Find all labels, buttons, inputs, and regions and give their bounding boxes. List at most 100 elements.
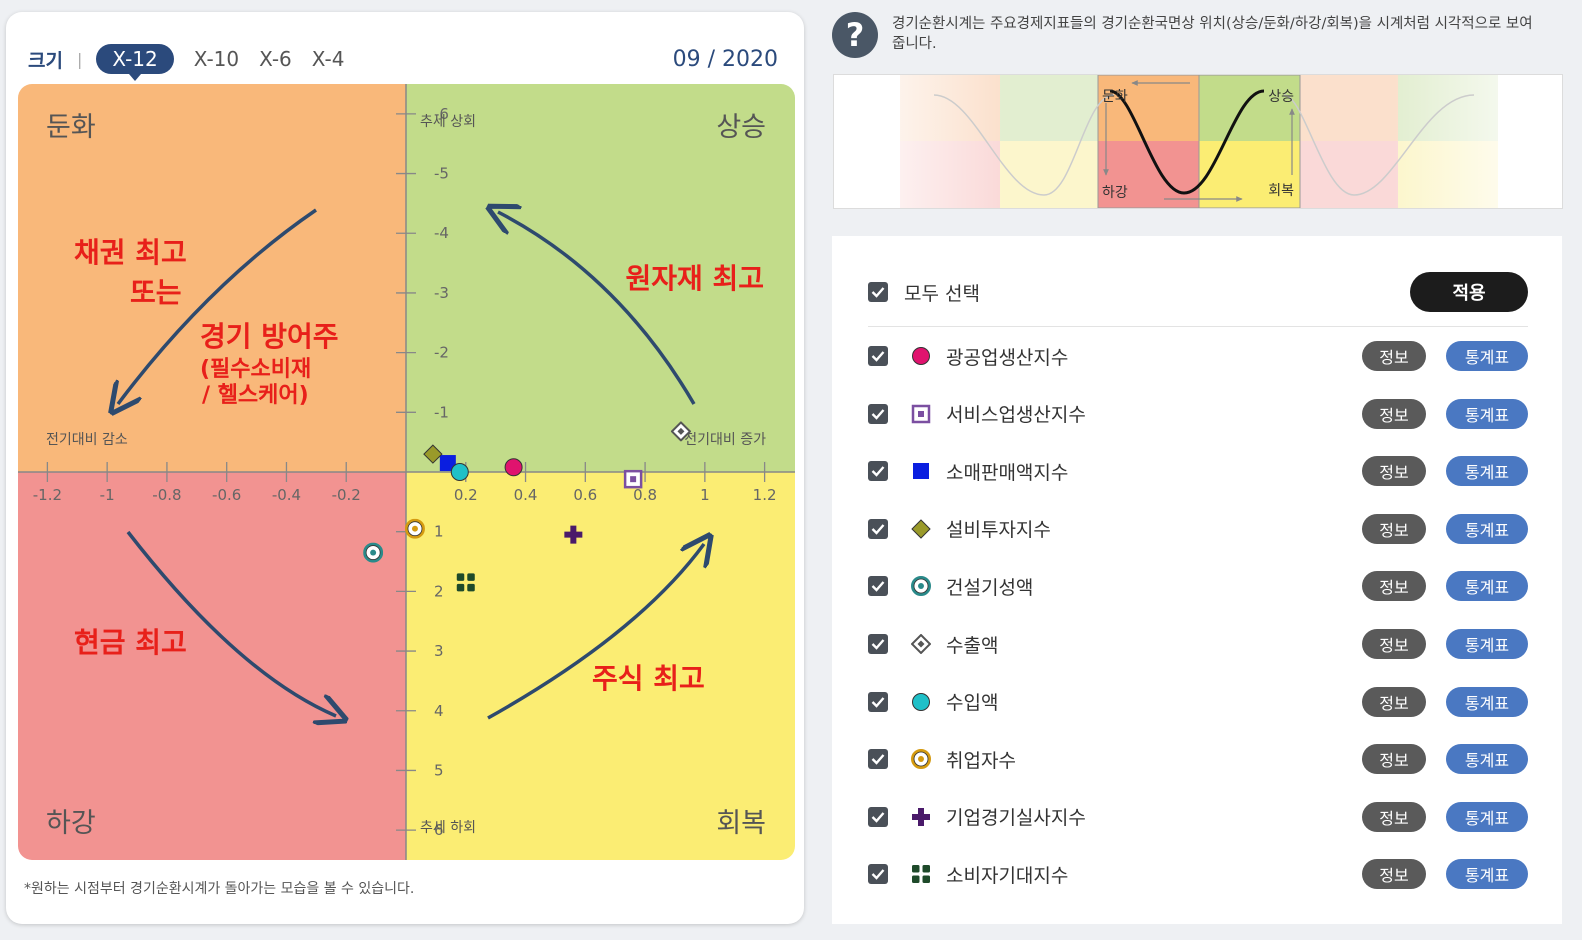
indicator-marker-icon	[910, 863, 932, 885]
x-tick-label: 0.6	[573, 486, 597, 504]
x-tick-label: -0.2	[332, 486, 361, 504]
indicator-label: 건설기성액	[946, 576, 1034, 599]
cycle-fade-right	[1394, 75, 1562, 208]
indicator-row: 수입액 정보 통계표	[868, 682, 1528, 722]
indicator-checkbox[interactable]	[868, 806, 888, 827]
indicator-label: 서비스업생산지수	[946, 404, 1086, 427]
y-tick-label: 4	[434, 702, 444, 720]
info-button[interactable]: 정보	[1362, 513, 1426, 544]
annotation-cash: 현금 최고	[74, 626, 187, 659]
stats-table-button[interactable]: 통계표	[1446, 859, 1528, 890]
y-tick-label: 5	[434, 761, 444, 779]
stats-table-button[interactable]: 통계표	[1446, 686, 1528, 717]
cycle-faded-right-3	[1300, 141, 1398, 208]
stats-table-button[interactable]: 통계표	[1446, 629, 1528, 659]
x-tick-label: -1.2	[33, 486, 62, 504]
indicator-checkbox[interactable]	[868, 749, 888, 770]
info-button[interactable]: 정보	[1362, 744, 1426, 775]
help-icon[interactable]: ?	[832, 12, 878, 58]
indicator-checkbox[interactable]	[868, 634, 888, 654]
footnote: *원하는 시점부터 경기순환시계가 돌아가는 모습을 볼 수 있습니다.	[24, 881, 415, 897]
stats-table-button[interactable]: 통계표	[1446, 341, 1528, 371]
cycle-quadrant-slowdown	[1098, 75, 1199, 141]
stats-table-button[interactable]: 통계표	[1446, 456, 1528, 487]
y-tick-label: 3	[434, 642, 444, 660]
data-point[interactable]	[504, 458, 523, 477]
stats-table-button[interactable]: 통계표	[1446, 801, 1528, 832]
y-tick-label: -1	[434, 403, 449, 421]
cycle-faded-left-4	[1000, 141, 1098, 208]
indicator-checkbox[interactable]	[868, 576, 888, 597]
info-button[interactable]: 정보	[1362, 398, 1426, 429]
annotation-defensive-sub1: (필수소비재	[200, 357, 311, 382]
apply-button[interactable]: 적용	[1410, 272, 1528, 312]
business-cycle-clock-card: 크기 | X-12 X-10 X-6 X-4 09 / 2020 -1.2 -1-…	[6, 12, 804, 924]
indicator-list-panel: 모두 선택 적용 광공업생산지수 정보 통계표 서비스업생산지수 정보 통계표 소매판매액지…	[832, 236, 1562, 924]
indicator-label: 광공업생산지수	[946, 346, 1069, 369]
cycle-label-recession: 하강	[1102, 185, 1128, 201]
info-button[interactable]: 정보	[1362, 859, 1426, 890]
stats-table-button[interactable]: 통계표	[1446, 744, 1528, 775]
quadrant-label-recession: 하강	[46, 808, 96, 839]
data-point[interactable]	[404, 518, 425, 539]
axis-label-trend-down: 추세 하회	[420, 820, 476, 836]
stats-table-button[interactable]: 통계표	[1446, 398, 1528, 429]
indicator-row: 건설기성액 정보 통계표	[868, 566, 1528, 606]
data-point[interactable]	[450, 463, 469, 481]
size-label: 크기	[28, 49, 63, 72]
select-all-checkbox[interactable]	[868, 282, 888, 302]
size-option-x6[interactable]: X-6	[259, 47, 292, 71]
indicator-marker-icon	[910, 748, 932, 770]
indicator-checkbox[interactable]	[868, 518, 888, 539]
data-point[interactable]	[363, 542, 384, 563]
y-tick-label: 2	[434, 582, 444, 600]
quadrant-label-recovery: 회복	[716, 808, 766, 839]
cycle-diagram: 둔화 상승 하강 회복	[833, 74, 1563, 209]
data-point[interactable]	[623, 469, 643, 489]
axis-label-trend-up: 추세 상회	[420, 114, 476, 130]
indicator-checkbox[interactable]	[868, 403, 888, 424]
info-button[interactable]: 정보	[1362, 629, 1426, 659]
indicator-marker-icon	[910, 633, 932, 655]
x-tick-label: 0.8	[633, 486, 657, 504]
indicator-marker-icon	[910, 518, 932, 540]
size-option-x10[interactable]: X-10	[194, 47, 239, 71]
cycle-label-expansion: 상승	[1268, 89, 1294, 105]
indicator-marker-icon	[910, 403, 932, 425]
indicator-label: 수입액	[946, 692, 999, 715]
indicator-marker-icon	[910, 460, 932, 482]
indicator-marker-icon	[910, 345, 932, 367]
indicator-checkbox[interactable]	[868, 346, 888, 366]
indicator-label: 수출액	[946, 634, 999, 657]
indicator-label: 취업자수	[946, 749, 1016, 772]
annotation-or: 또는	[130, 276, 182, 309]
y-tick-label: -2	[434, 344, 449, 362]
y-tick-label: -5	[434, 165, 449, 183]
cycle-diagram-svg: 둔화 상승 하강 회복	[834, 74, 1562, 209]
indicator-row: 광공업생산지수 정보 통계표	[868, 336, 1528, 376]
quadrant-recession-bg	[18, 472, 406, 860]
indicator-label: 설비투자지수	[946, 519, 1051, 542]
y-tick-label: -4	[434, 224, 449, 242]
info-button[interactable]: 정보	[1362, 341, 1426, 371]
indicator-checkbox[interactable]	[868, 461, 888, 482]
select-all-row: 모두 선택 적용	[868, 272, 1528, 312]
axis-label-decrease: 전기대비 감소	[46, 432, 128, 448]
indicator-checkbox[interactable]	[868, 864, 888, 885]
indicator-checkbox[interactable]	[868, 691, 888, 712]
cycle-faded-right-1	[1300, 75, 1398, 141]
annotation-defensive: 경기 방어주	[200, 320, 339, 353]
indicator-row: 서비스업생산지수 정보 통계표	[868, 394, 1528, 434]
cycle-clock-chart: -1.2 -1 -0.8 -0.6 -0.4 -0.2 0.2 0.4 0.6 0.8 1 1.2 -…	[18, 84, 795, 860]
info-button[interactable]: 정보	[1362, 686, 1426, 717]
indicator-row: 기업경기실사지수 정보 통계표	[868, 797, 1528, 837]
size-option-x12[interactable]: X-12	[96, 44, 174, 81]
indicator-label: 소매판매액지수	[946, 461, 1069, 484]
info-button[interactable]: 정보	[1362, 801, 1426, 832]
info-button[interactable]: 정보	[1362, 571, 1426, 602]
info-button[interactable]: 정보	[1362, 456, 1426, 487]
stats-table-button[interactable]: 통계표	[1446, 513, 1528, 544]
size-option-x4[interactable]: X-4	[312, 47, 345, 71]
stats-table-button[interactable]: 통계표	[1446, 571, 1528, 602]
annotation-defensive-sub2: / 헬스케어)	[202, 383, 309, 408]
